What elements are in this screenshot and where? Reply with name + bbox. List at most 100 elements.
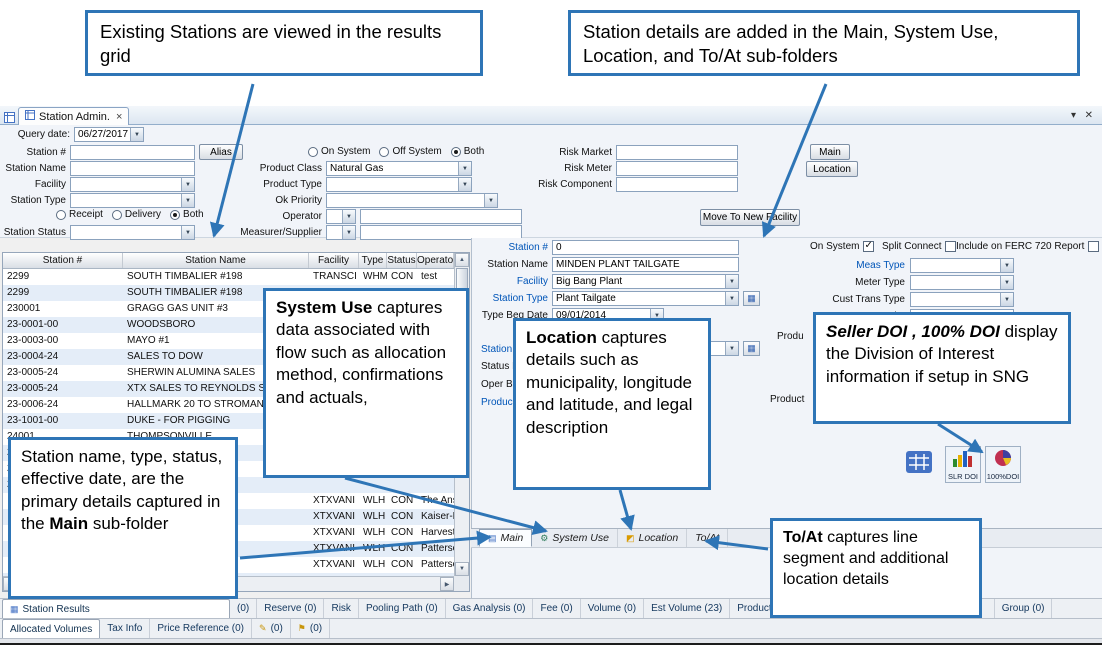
grid-cell: 23-1001-00 <box>3 413 123 429</box>
bottom-tab-allocated-volumes[interactable]: Allocated Volumes <box>2 619 100 638</box>
dropdown-arrow-icon[interactable]: ▼ <box>725 292 738 305</box>
risk-meter-input[interactable] <box>616 161 738 176</box>
product-class-select[interactable]: Natural Gas▼ <box>326 161 472 176</box>
grid-column-header[interactable]: Operato <box>417 253 454 268</box>
results-grid-header: Station #Station NameFacilityTypeStatusO… <box>3 253 454 269</box>
dropdown-arrow-icon[interactable]: ▼ <box>342 226 355 239</box>
grid-cell: CON <box>387 525 417 541</box>
move-to-new-facility-button[interactable]: Move To New Facility <box>700 209 800 226</box>
location-button[interactable]: Location <box>806 161 858 177</box>
dropdown-arrow-icon[interactable]: ▼ <box>181 178 194 191</box>
grid-column-header[interactable]: Status <box>387 253 417 268</box>
grid-column-header[interactable]: Type <box>359 253 387 268</box>
off-system-radio[interactable] <box>379 147 389 157</box>
query-date-select[interactable]: 06/27/2017▼ <box>74 127 144 142</box>
bottom-tab-est-volume-23[interactable]: Est Volume (23) <box>644 599 730 618</box>
grid-row[interactable]: 2299SOUTH TIMBALIER #198TRANSCIWHMCONtes… <box>3 269 454 285</box>
bottom-tab-risk[interactable]: Risk <box>324 599 358 618</box>
split-connect-checkbox[interactable] <box>945 241 956 252</box>
dropdown-arrow-icon[interactable]: ▼ <box>181 226 194 239</box>
bottom-tab-reserve-0[interactable]: Reserve (0) <box>257 599 324 618</box>
bottom-tab-group-0[interactable]: Group (0) <box>995 599 1053 618</box>
query-station-type-select[interactable]: ▼ <box>70 193 195 208</box>
tab-close-icon[interactable]: × <box>116 111 122 123</box>
grid-column-header[interactable]: Station # <box>3 253 123 268</box>
subtab-location[interactable]: ◩Location <box>618 529 687 547</box>
scroll-right-icon[interactable]: ▶ <box>440 577 454 591</box>
risk-market-input[interactable] <box>616 145 738 160</box>
detail-station-number-input[interactable]: 0 <box>552 240 739 255</box>
dropdown-arrow-icon[interactable]: ▼ <box>725 342 738 355</box>
system-both-label: Both <box>464 146 485 157</box>
grid-column-header[interactable]: Station Name <box>123 253 309 268</box>
slr-doi-button[interactable]: SLR DOI <box>945 446 981 483</box>
bottom-tab-pooling-path-0[interactable]: Pooling Path (0) <box>359 599 446 618</box>
dropdown-arrow-icon[interactable]: ▼ <box>725 275 738 288</box>
screenshot-root: Station Admin. × ▾ ✕ Query date: 06/27/2… <box>0 0 1102 645</box>
allocation-grid-icon[interactable] <box>905 450 933 479</box>
subtab-main[interactable]: ▤Main <box>479 529 532 547</box>
meas-type-select[interactable]: ▼ <box>910 258 1014 273</box>
detail-facility-select[interactable]: Big Bang Plant▼ <box>552 274 739 289</box>
station-type-lookup-button[interactable]: ▦ <box>743 291 760 306</box>
callout-subfolders: Station details are added in the Main, S… <box>568 10 1080 76</box>
main-button[interactable]: Main <box>810 144 850 160</box>
operator-input[interactable] <box>360 209 522 224</box>
ferc-checkbox[interactable] <box>1088 241 1099 252</box>
system-both-radio[interactable] <box>451 147 461 157</box>
ok-priority-select[interactable]: ▼ <box>326 193 498 208</box>
dropdown-arrow-icon[interactable]: ▼ <box>181 194 194 207</box>
on-system-radio[interactable] <box>308 147 318 157</box>
slr-doi-icon <box>953 449 973 472</box>
alias-button[interactable]: Alias <box>199 144 243 160</box>
grid-cell: Patterson Pet <box>417 557 454 573</box>
product-type-label: Product Type <box>252 179 322 191</box>
bottom-tab-tax-info[interactable]: Tax Info <box>100 619 150 638</box>
dropdown-arrow-icon[interactable]: ▼ <box>1000 259 1013 272</box>
dropdown-arrow-icon[interactable]: ▼ <box>458 162 471 175</box>
pct-doi-button[interactable]: 100%DOI <box>985 446 1021 483</box>
query-facility-select[interactable]: ▼ <box>70 177 195 192</box>
query-station-status-select[interactable]: ▼ <box>70 225 195 240</box>
bottom-tab-gas-analysis-0[interactable]: Gas Analysis (0) <box>446 599 534 618</box>
dropdown-arrow-icon[interactable]: ▼ <box>484 194 497 207</box>
window-close-icon[interactable]: ✕ <box>1085 110 1093 121</box>
delivery-radio[interactable] <box>112 210 122 220</box>
risk-component-input[interactable] <box>616 177 738 192</box>
dropdown-arrow-icon[interactable]: ▼ <box>130 128 143 141</box>
query-station-name-input[interactable] <box>70 161 195 176</box>
bottom-tab-price-reference-0[interactable]: Price Reference (0) <box>150 619 252 638</box>
scroll-up-icon[interactable]: ▲ <box>455 253 469 267</box>
bottom-tab-volume-0[interactable]: Volume (0) <box>581 599 644 618</box>
flow-both-radio[interactable] <box>170 210 180 220</box>
operator-select[interactable]: ▼ <box>326 209 356 224</box>
subtab-to-at[interactable]: To/At <box>687 529 728 547</box>
bottom-tab-0[interactable]: ✎(0) <box>252 619 291 638</box>
query-station-number-input[interactable] <box>70 145 195 160</box>
receipt-radio[interactable] <box>56 210 66 220</box>
bottom-tab-fee-0[interactable]: Fee (0) <box>533 599 580 618</box>
tab-label: Gas Analysis (0) <box>453 603 526 614</box>
query-facility-label: Facility <box>2 179 66 191</box>
meter-type-select[interactable]: ▼ <box>910 275 1014 290</box>
dropdown-arrow-icon[interactable]: ▼ <box>342 210 355 223</box>
tab-label: Est Volume (23) <box>651 603 722 614</box>
on-system-checkbox[interactable] <box>863 241 874 252</box>
subtab-system-use[interactable]: ⚙System Use <box>532 529 618 547</box>
dropdown-arrow-icon[interactable]: ▼ <box>458 178 471 191</box>
scroll-down-icon[interactable]: ▼ <box>455 562 469 576</box>
dropdown-arrow-icon[interactable]: ▼ <box>1000 293 1013 306</box>
cust-trans-type-select[interactable]: ▼ <box>910 292 1014 307</box>
dropdown-arrow-icon[interactable]: ▼ <box>1000 276 1013 289</box>
product-type-select[interactable]: ▼ <box>326 177 472 192</box>
tab-station-admin[interactable]: Station Admin. × <box>18 107 129 125</box>
station-status-lookup-button[interactable]: ▦ <box>743 341 760 356</box>
detail-station-name-input[interactable]: MINDEN PLANT TAILGATE <box>552 257 739 272</box>
tab-list-dropdown-icon[interactable]: ▾ <box>1071 110 1076 121</box>
bottom-tab-station-results[interactable]: ▦Station Results <box>2 599 230 618</box>
detail-station-type-select[interactable]: Plant Tailgate▼ <box>552 291 739 306</box>
grid-column-header[interactable]: Facility <box>309 253 359 268</box>
bottom-tab-0[interactable]: ⚑(0) <box>291 619 330 638</box>
measurer-supplier-select[interactable]: ▼ <box>326 225 356 240</box>
bottom-tab-0[interactable]: (0) <box>230 599 257 618</box>
